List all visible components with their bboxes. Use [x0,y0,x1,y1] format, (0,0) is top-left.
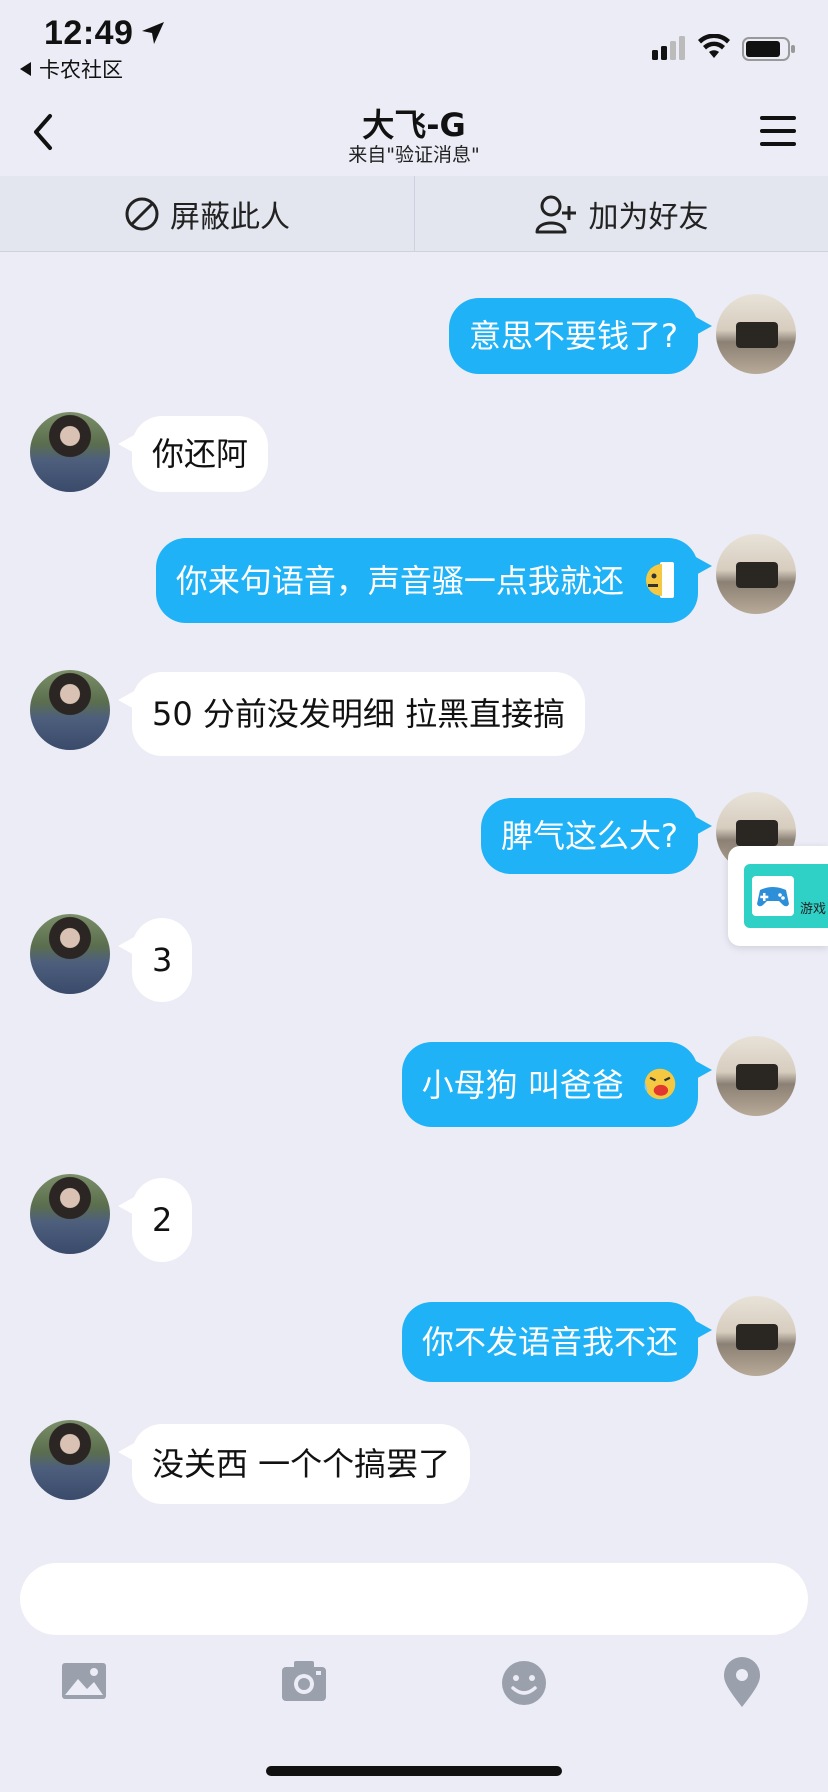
status-time: 12:49 [44,14,134,52]
game-tile: 游戏 [744,864,828,928]
back-triangle-icon [20,62,31,76]
cellular-signal-icon [652,36,685,60]
menu-icon[interactable] [760,114,796,148]
home-indicator[interactable] [266,1766,562,1776]
message-bubble-incoming[interactable]: 你还阿 [117,416,269,492]
battery-icon [742,37,795,61]
message-text: 2 [152,1201,173,1239]
contact-avatar[interactable] [30,914,110,994]
gamepad-icon [752,876,794,916]
message-bubble-incoming[interactable]: 没关西 一个个搞罢了 [117,1424,471,1504]
message-text: 意思不要钱了? [469,317,678,355]
message-list[interactable]: 意思不要钱了? 你还阿 你来句语音，声音骚一点我就还 50 分前没发明细 拉黑直… [0,252,828,1545]
chat-subtitle: 来自"验证消息" [348,144,480,166]
back-to-app-link[interactable]: 卡农社区 [20,54,123,84]
my-avatar[interactable] [716,294,796,374]
message-text: 你还阿 [152,435,249,473]
crying-emoji-icon [644,1068,676,1100]
message-bubble-outgoing[interactable]: 意思不要钱了? [449,298,712,374]
game-floating-widget[interactable]: 游戏 [728,846,828,946]
camera-icon[interactable] [276,1653,336,1713]
message-text: 3 [152,941,173,979]
block-user-label: 屏蔽此人 [170,200,290,235]
contact-avatar[interactable] [30,1174,110,1254]
message-bubble-incoming[interactable]: 50 分前没发明细 拉黑直接搞 [117,672,586,756]
location-arrow-icon [142,22,164,44]
message-bubble-outgoing[interactable]: 你不发语音我不还 [401,1302,713,1382]
my-avatar[interactable] [716,534,796,614]
game-label: 游戏 [800,902,827,917]
peek-emoji-icon [646,562,674,598]
block-user-button[interactable]: 屏蔽此人 [0,176,414,252]
contact-avatar[interactable] [30,412,110,492]
message-text: 你来句语音，声音骚一点我就还 [175,562,624,600]
add-friend-icon [535,195,576,234]
add-friend-button[interactable]: 加为好友 [414,176,828,252]
my-avatar[interactable] [716,1036,796,1116]
contact-avatar[interactable] [30,670,110,750]
status-bar: 12:49 卡农社区 [0,0,828,90]
message-bubble-outgoing[interactable]: 脾气这么大? [481,798,712,874]
image-icon[interactable] [56,1653,116,1713]
location-icon[interactable] [716,1653,776,1713]
input-area [0,1545,828,1792]
message-bubble-outgoing[interactable]: 你来句语音，声音骚一点我就还 [155,538,713,623]
add-friend-label: 加为好友 [588,200,709,235]
message-text: 脾气这么大? [501,817,678,855]
message-text: 50 分前没发明细 拉黑直接搞 [152,695,566,733]
message-input[interactable] [20,1563,808,1635]
stranger-action-bar: 屏蔽此人 加为好友 [0,176,828,252]
message-bubble-incoming[interactable]: 2 [117,1178,193,1262]
emoji-icon[interactable] [496,1653,556,1713]
message-bubble-outgoing[interactable]: 小母狗 叫爸爸 [401,1042,713,1127]
contact-avatar[interactable] [30,1420,110,1500]
message-text: 小母狗 叫爸爸 [421,1066,624,1104]
back-app-label: 卡农社区 [39,58,123,82]
my-avatar[interactable] [716,1296,796,1376]
block-icon [125,197,159,231]
message-text: 没关西 一个个搞罢了 [152,1445,451,1483]
chat-header: 大飞-G 来自"验证消息" [0,90,828,176]
wifi-icon [698,34,730,58]
message-bubble-incoming[interactable]: 3 [117,918,193,1002]
message-text: 你不发语音我不还 [421,1323,678,1361]
